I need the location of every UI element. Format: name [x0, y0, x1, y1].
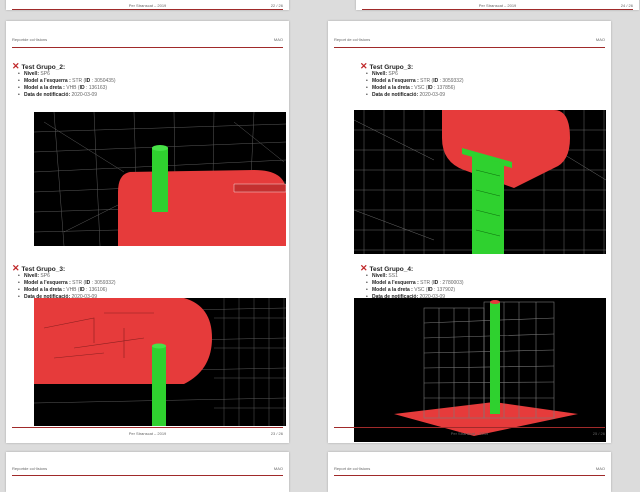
level-item: Nivell: SS1 — [366, 273, 464, 280]
page-header: Report de col·lisions MAO — [334, 37, 605, 45]
test-details: Nivell: SP6 Model a l'esquerra : STR (ID… — [360, 71, 464, 99]
page-number: 22 / 26 — [270, 3, 283, 8]
header-title: Report de col·lisions — [334, 37, 371, 42]
header-rule — [12, 475, 283, 476]
clash-screenshot — [34, 112, 286, 246]
page-number: 23 / 26 — [270, 431, 283, 436]
date-item: Data de notificació: 2020-03-09 — [366, 92, 464, 99]
header-project: MAO — [595, 37, 605, 42]
right-model-item: Model a la dreta : VHB (ID : 136106) — [18, 287, 116, 294]
page-number: 25 / 26 — [592, 431, 605, 436]
left-model-item: Model a l'esquerra : STR (ID : 2780003) — [366, 280, 464, 287]
page-top-left: Per Stranscat – 2019 22 / 26 — [6, 0, 289, 10]
clash-test: ✕Test Grupo_3: Nivell: SP6 Model a l'esq… — [360, 61, 464, 99]
x-mark-icon: ✕ — [360, 263, 368, 273]
level-item: Nivell: SP6 — [18, 71, 116, 78]
header-title: Reportde col·lisions — [12, 37, 48, 42]
footer-center: Per Stranscat – 2019 — [478, 3, 517, 8]
header-title: Report de col·lisions — [334, 466, 371, 471]
clash-screenshot — [354, 110, 606, 254]
page-header: Reportde col·lisions MAO — [12, 466, 283, 474]
left-model-item: Model a l'esquerra : STR (ID : 3059332) — [366, 78, 464, 85]
right-model-item: Model a la dreta : VSC (ID : 137902) — [366, 287, 464, 294]
left-model-item: Model a l'esquerra : STR (ID : 3050435) — [18, 78, 116, 85]
header-rule — [334, 47, 605, 48]
header-rule — [334, 475, 605, 476]
test-title: ✕ Test Grupo_4: — [360, 263, 414, 273]
date-item: Data de notificació: 2020-03-09 — [18, 92, 116, 99]
header-rule — [12, 47, 283, 48]
x-mark-icon: ✕ — [12, 61, 20, 71]
x-mark-icon: ✕ — [12, 263, 20, 273]
footer-rule — [12, 9, 283, 10]
page-23: Reportde col·lisions MAO ✕ Test Grupo_2: … — [6, 21, 289, 443]
test-details: Nivell: SP6 Model a l'esquerra : STR (ID… — [12, 71, 116, 99]
page-bottom-right: Report de col·lisions MAO — [328, 452, 611, 492]
footer-rule — [12, 427, 283, 428]
header-project: MAO — [273, 37, 283, 42]
test-title: ✕ Test Grupo_3: — [12, 263, 66, 273]
clash-test: ✕Test Grupo_4: Nivell: SS1 Model a l'esq… — [360, 263, 464, 301]
test-title: ✕ Test Grupo_3: — [360, 61, 414, 71]
page-header: Report de col·lisions MAO — [334, 466, 605, 474]
test-title: ✕ Test Grupo_2: — [12, 61, 66, 71]
x-mark-icon: ✕ — [360, 61, 368, 71]
footer-rule — [334, 427, 605, 428]
footer-center: Per Stranscat – 2019 — [128, 431, 167, 436]
header-project: MAO — [273, 466, 283, 471]
clash-screenshot — [34, 298, 286, 426]
test-details: Nivell: SS1 Model a l'esquerra : STR (ID… — [360, 273, 464, 301]
footer-center: Per Stranscat – 2019 — [450, 431, 489, 436]
page-number: 24 / 26 — [620, 3, 633, 8]
left-model-item: Model a l'esquerra : STR (ID : 3059332) — [18, 280, 116, 287]
clash-screenshot — [354, 298, 606, 442]
footer-rule — [362, 9, 633, 10]
page-top-right: Per Stranscat – 2019 24 / 26 — [356, 0, 639, 10]
clash-test: ✕Test Grupo_2: Nivell: SP6 Model a l'esq… — [12, 61, 116, 99]
header-project: MAO — [595, 466, 605, 471]
page-header: Reportde col·lisions MAO — [12, 37, 283, 45]
page-25: Report de col·lisions MAO ✕ Test Grupo_3:… — [328, 21, 611, 443]
header-title: Reportde col·lisions — [12, 466, 48, 471]
right-model-item: Model a la dreta : VSC (ID : 137856) — [366, 85, 464, 92]
right-model-item: Model a la dreta : VHB (ID : 136163) — [18, 85, 116, 92]
level-item: Nivell: SP6 — [18, 273, 116, 280]
clash-test: ✕Test Grupo_3: Nivell: SP6 Model a l'esq… — [12, 263, 116, 301]
page-bottom-left: Reportde col·lisions MAO — [6, 452, 289, 492]
footer-center: Per Stranscat – 2019 — [128, 3, 167, 8]
test-details: Nivell: SP6 Model a l'esquerra : STR (ID… — [12, 273, 116, 301]
level-item: Nivell: SP6 — [366, 71, 464, 78]
